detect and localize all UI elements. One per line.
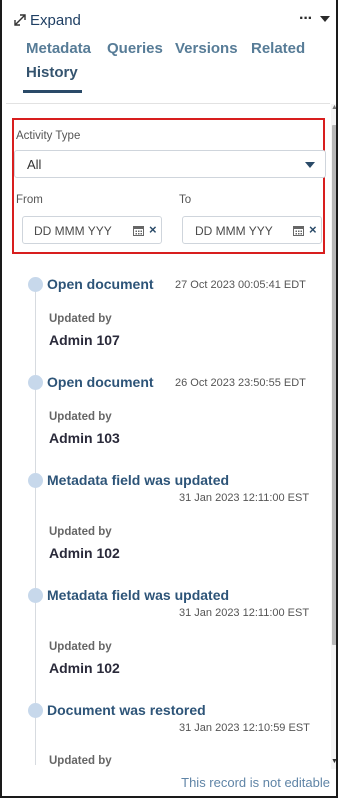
activity-type-value: All (27, 157, 42, 172)
event-date: 31 Jan 2023 12:10:59 EST (179, 722, 310, 734)
panel-footer: This record is not editable (6, 769, 336, 796)
event-date: 26 Oct 2023 23:50:55 EDT (175, 377, 306, 389)
from-label: From (16, 194, 43, 206)
activity-type-label: Activity Type (16, 130, 81, 142)
scroll-up-icon[interactable]: ▲ (331, 104, 336, 112)
scrollbar-thumb[interactable] (332, 125, 336, 645)
event-title[interactable]: Open document (47, 276, 154, 292)
tab-queries[interactable]: Queries (107, 40, 163, 57)
event-user: Admin 102 (49, 545, 120, 561)
event-user: Admin 107 (49, 332, 120, 348)
timeline-dot (28, 588, 43, 603)
updated-by-label: Updated by (49, 755, 112, 767)
event-title[interactable]: Document was restored (47, 702, 206, 718)
tab-versions[interactable]: Versions (175, 40, 238, 57)
event-title[interactable]: Metadata field was updated (47, 587, 229, 603)
expand-button[interactable]: Expand (14, 10, 81, 30)
event-date: 27 Oct 2023 00:05:41 EDT (175, 279, 306, 291)
active-tab-indicator (23, 90, 82, 93)
updated-by-label: Updated by (49, 641, 112, 653)
event-date: 31 Jan 2023 12:11:00 EST (179, 607, 310, 619)
to-date-field[interactable]: DD MMM YYY × (182, 216, 322, 244)
event-title[interactable]: Open document (47, 374, 154, 390)
from-date-field[interactable]: DD MMM YYY × (22, 216, 162, 244)
calendar-icon[interactable] (133, 225, 144, 236)
from-date-placeholder: DD MMM YYY (34, 224, 112, 238)
scroll-down-icon[interactable]: ▼ (331, 758, 336, 766)
to-label: To (179, 194, 192, 206)
event-user: Admin 103 (49, 430, 120, 446)
timeline-line (35, 285, 36, 765)
event-title[interactable]: Metadata field was updated (47, 472, 229, 488)
tab-history[interactable]: History (26, 64, 78, 81)
panel-menu[interactable]: ··· (299, 10, 330, 28)
history-panel: Expand ··· Metadata Queries Versions Rel… (0, 0, 338, 798)
expand-icon (14, 14, 26, 26)
clear-icon[interactable]: × (149, 222, 157, 237)
chevron-down-icon (305, 162, 315, 168)
event-user: Admin 102 (49, 660, 120, 676)
clear-icon[interactable]: × (309, 222, 317, 237)
tab-metadata[interactable]: Metadata (26, 40, 91, 57)
timeline-dot (28, 277, 43, 292)
tab-related[interactable]: Related (251, 40, 305, 57)
timeline-dot (28, 375, 43, 390)
updated-by-label: Updated by (49, 526, 112, 538)
chevron-down-icon[interactable] (320, 16, 330, 22)
activity-type-select[interactable]: All (14, 150, 326, 178)
timeline-dot (28, 703, 43, 718)
updated-by-label: Updated by (49, 411, 112, 423)
to-date-placeholder: DD MMM YYY (195, 224, 273, 238)
expand-label[interactable]: Expand (30, 12, 81, 29)
event-date: 31 Jan 2023 12:11:00 EST (179, 492, 310, 504)
updated-by-label: Updated by (49, 313, 112, 325)
timeline-dot (28, 473, 43, 488)
calendar-icon[interactable] (293, 225, 304, 236)
more-icon[interactable]: ··· (299, 10, 313, 28)
read-only-notice: This record is not editable (181, 775, 330, 790)
